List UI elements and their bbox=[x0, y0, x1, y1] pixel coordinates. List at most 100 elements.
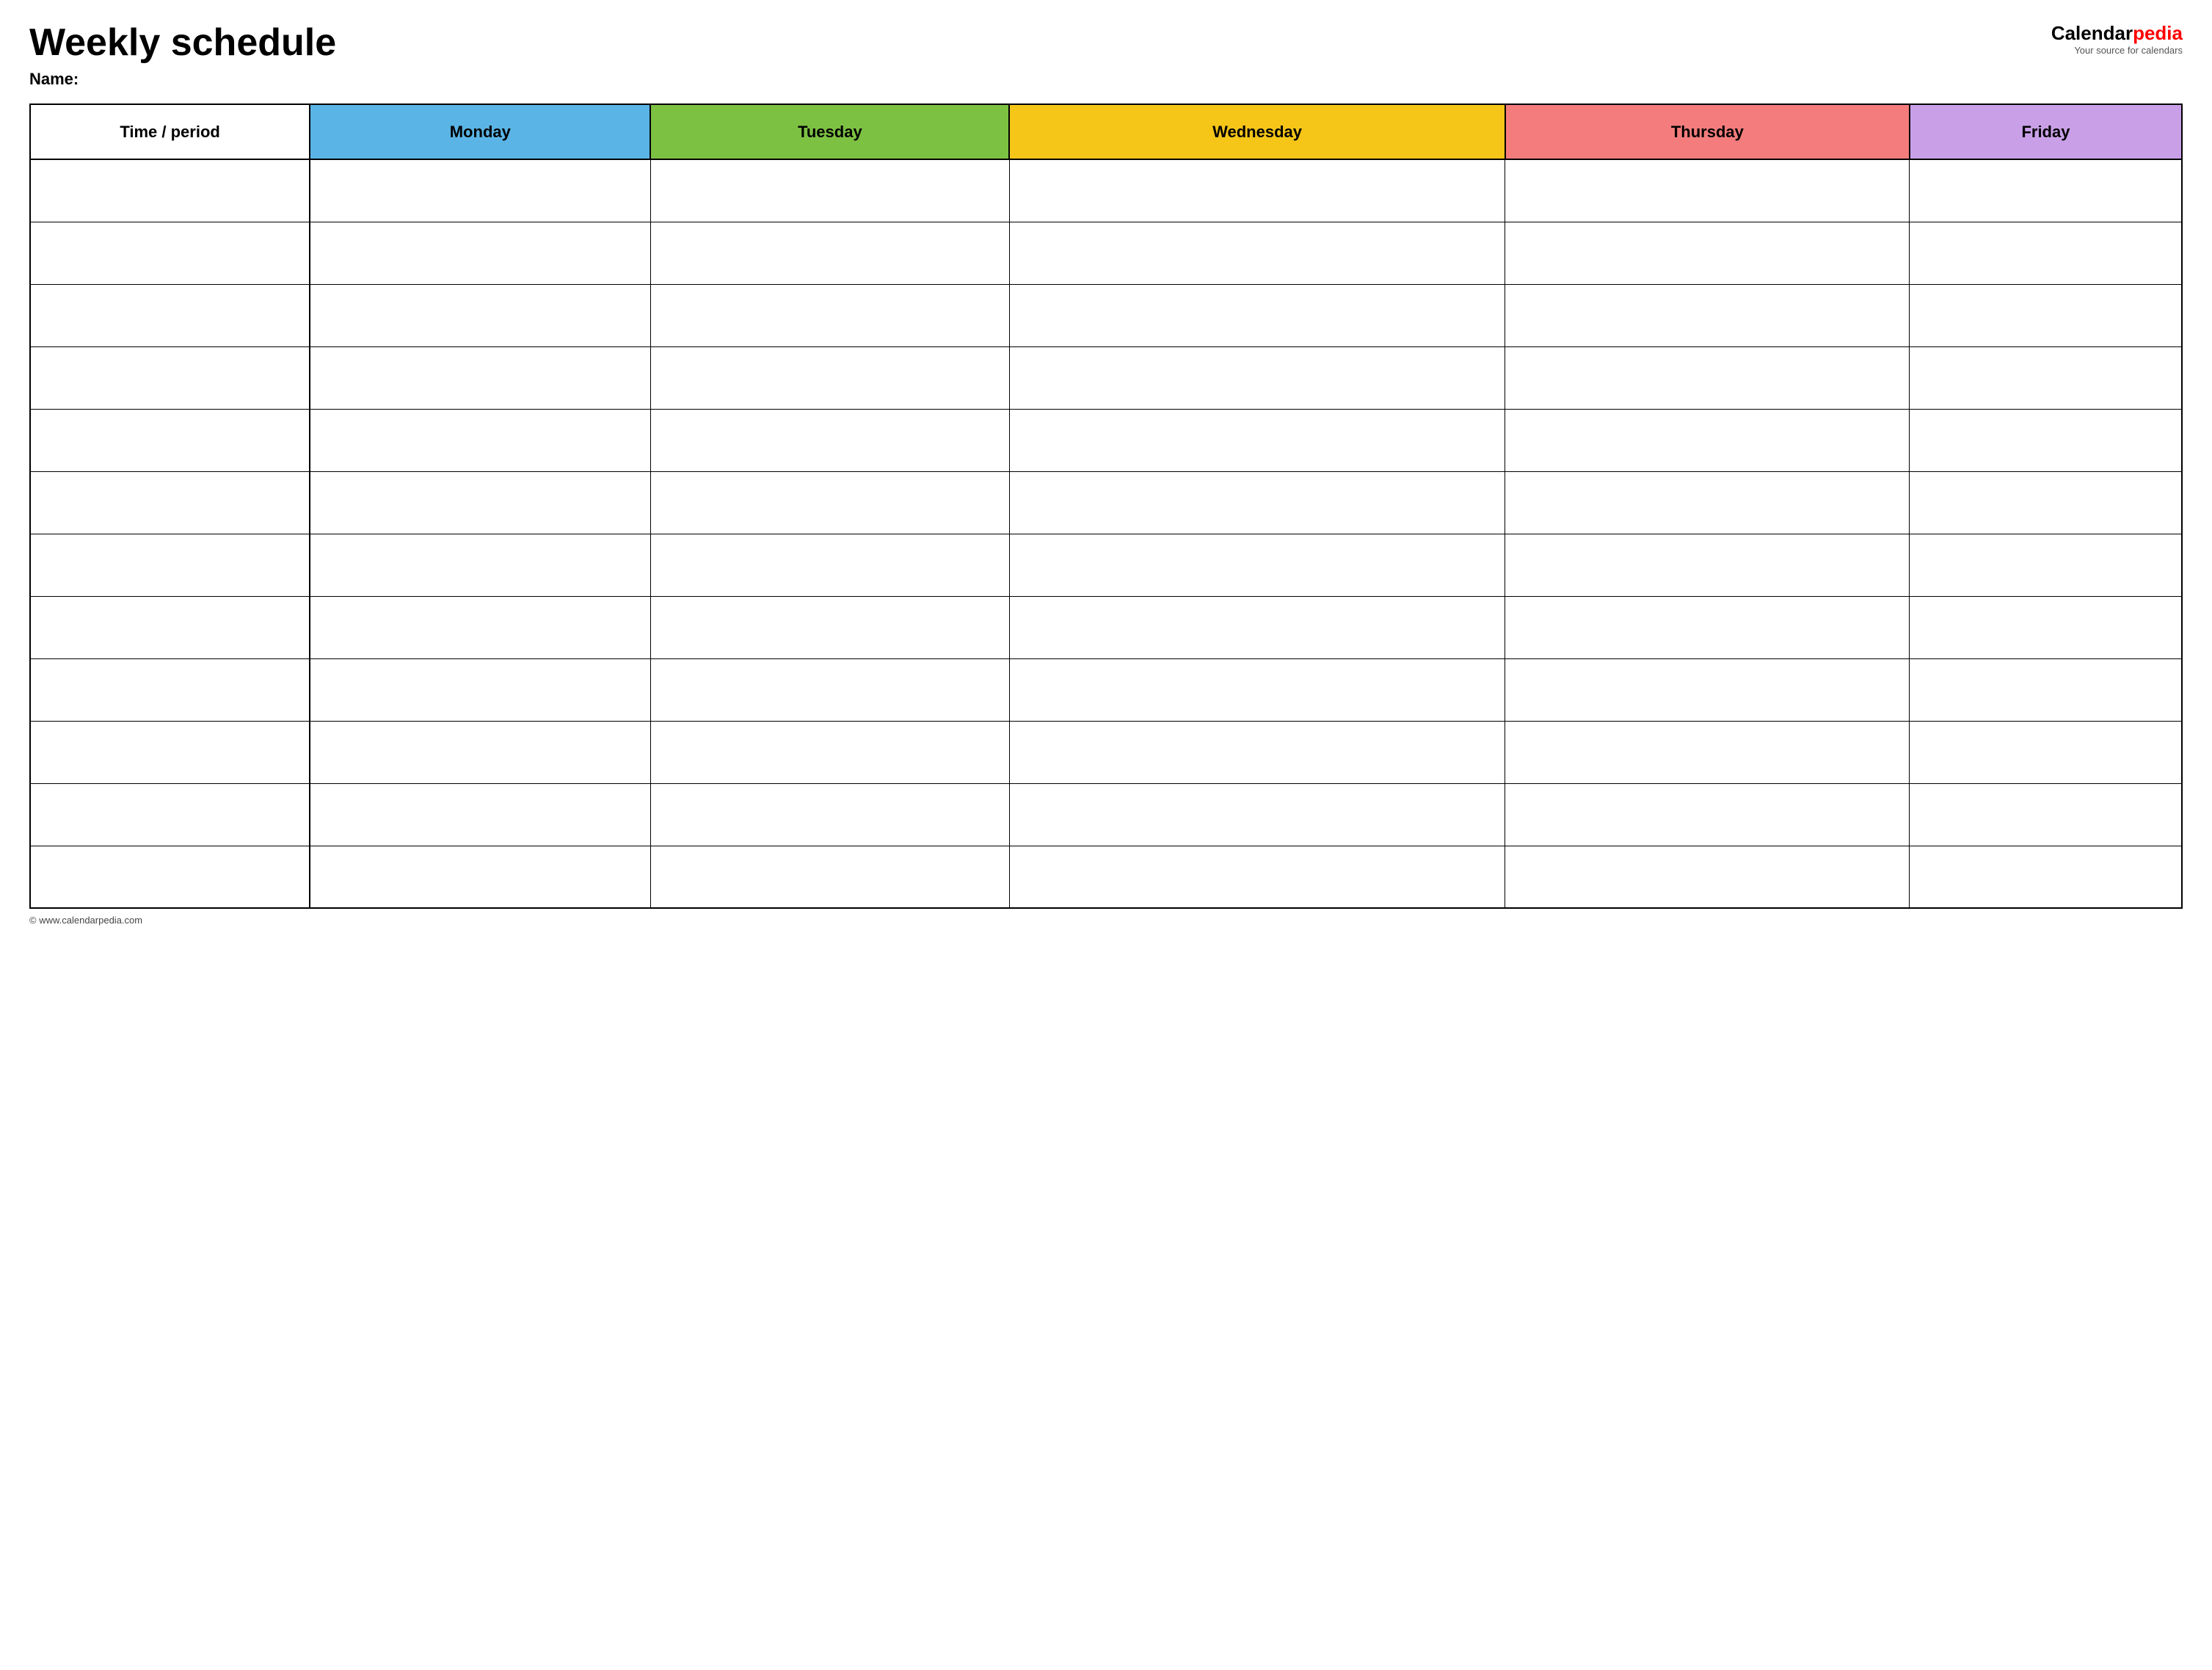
schedule-cell[interactable] bbox=[1009, 222, 1505, 284]
schedule-cell[interactable] bbox=[1910, 783, 2182, 846]
schedule-cell[interactable] bbox=[650, 596, 1009, 658]
schedule-cell[interactable] bbox=[1505, 409, 1910, 471]
copyright-text: © www.calendarpedia.com bbox=[29, 915, 142, 926]
schedule-cell[interactable] bbox=[1910, 658, 2182, 721]
schedule-cell[interactable] bbox=[650, 409, 1009, 471]
schedule-cell[interactable] bbox=[1505, 222, 1910, 284]
schedule-cell[interactable] bbox=[310, 846, 650, 908]
schedule-cell[interactable] bbox=[310, 159, 650, 222]
schedule-cell[interactable] bbox=[650, 658, 1009, 721]
time-cell[interactable] bbox=[30, 658, 310, 721]
schedule-cell[interactable] bbox=[1009, 409, 1505, 471]
schedule-cell[interactable] bbox=[1505, 284, 1910, 346]
schedule-cell[interactable] bbox=[1009, 159, 1505, 222]
schedule-cell[interactable] bbox=[310, 284, 650, 346]
schedule-cell[interactable] bbox=[1910, 159, 2182, 222]
time-cell[interactable] bbox=[30, 846, 310, 908]
table-row[interactable] bbox=[30, 284, 2182, 346]
time-cell[interactable] bbox=[30, 409, 310, 471]
schedule-cell[interactable] bbox=[1505, 159, 1910, 222]
schedule-cell[interactable] bbox=[650, 721, 1009, 783]
table-row[interactable] bbox=[30, 471, 2182, 534]
schedule-cell[interactable] bbox=[1009, 658, 1505, 721]
schedule-cell[interactable] bbox=[310, 721, 650, 783]
time-cell[interactable] bbox=[30, 159, 310, 222]
schedule-cell[interactable] bbox=[1910, 222, 2182, 284]
schedule-cell[interactable] bbox=[310, 471, 650, 534]
table-row[interactable] bbox=[30, 721, 2182, 783]
table-header-row: Time / period Monday Tuesday Wednesday T… bbox=[30, 104, 2182, 159]
logo-text: Calendarpedia bbox=[2051, 22, 2183, 45]
time-cell[interactable] bbox=[30, 222, 310, 284]
time-cell[interactable] bbox=[30, 534, 310, 596]
time-cell[interactable] bbox=[30, 783, 310, 846]
col-header-time: Time / period bbox=[30, 104, 310, 159]
schedule-cell[interactable] bbox=[1910, 471, 2182, 534]
col-header-thursday: Thursday bbox=[1505, 104, 1910, 159]
table-row[interactable] bbox=[30, 409, 2182, 471]
schedule-cell[interactable] bbox=[1009, 721, 1505, 783]
schedule-cell[interactable] bbox=[1009, 534, 1505, 596]
page-title: Weekly schedule bbox=[29, 22, 336, 64]
schedule-cell[interactable] bbox=[1910, 846, 2182, 908]
schedule-cell[interactable] bbox=[1910, 284, 2182, 346]
schedule-cell[interactable] bbox=[1910, 721, 2182, 783]
footer: © www.calendarpedia.com bbox=[29, 915, 2183, 926]
col-header-tuesday: Tuesday bbox=[650, 104, 1009, 159]
schedule-cell[interactable] bbox=[1009, 471, 1505, 534]
schedule-cell[interactable] bbox=[310, 222, 650, 284]
time-cell[interactable] bbox=[30, 284, 310, 346]
schedule-cell[interactable] bbox=[650, 846, 1009, 908]
schedule-cell[interactable] bbox=[650, 222, 1009, 284]
col-header-monday: Monday bbox=[310, 104, 650, 159]
schedule-cell[interactable] bbox=[1009, 846, 1505, 908]
table-row[interactable] bbox=[30, 846, 2182, 908]
schedule-cell[interactable] bbox=[310, 409, 650, 471]
schedule-cell[interactable] bbox=[1009, 783, 1505, 846]
schedule-cell[interactable] bbox=[1505, 596, 1910, 658]
time-cell[interactable] bbox=[30, 596, 310, 658]
schedule-body bbox=[30, 159, 2182, 908]
schedule-cell[interactable] bbox=[650, 159, 1009, 222]
schedule-cell[interactable] bbox=[1505, 721, 1910, 783]
table-row[interactable] bbox=[30, 159, 2182, 222]
schedule-cell[interactable] bbox=[1505, 471, 1910, 534]
schedule-cell[interactable] bbox=[310, 534, 650, 596]
title-section: Weekly schedule Name: bbox=[29, 22, 336, 89]
schedule-cell[interactable] bbox=[310, 783, 650, 846]
schedule-cell[interactable] bbox=[1505, 346, 1910, 409]
schedule-cell[interactable] bbox=[1009, 346, 1505, 409]
table-row[interactable] bbox=[30, 534, 2182, 596]
schedule-cell[interactable] bbox=[650, 346, 1009, 409]
schedule-cell[interactable] bbox=[1505, 534, 1910, 596]
schedule-cell[interactable] bbox=[1009, 596, 1505, 658]
schedule-cell[interactable] bbox=[1910, 409, 2182, 471]
schedule-cell[interactable] bbox=[1009, 284, 1505, 346]
table-row[interactable] bbox=[30, 222, 2182, 284]
time-cell[interactable] bbox=[30, 471, 310, 534]
time-cell[interactable] bbox=[30, 346, 310, 409]
schedule-cell[interactable] bbox=[1505, 783, 1910, 846]
time-cell[interactable] bbox=[30, 721, 310, 783]
schedule-cell[interactable] bbox=[1910, 534, 2182, 596]
schedule-cell[interactable] bbox=[310, 596, 650, 658]
schedule-cell[interactable] bbox=[650, 783, 1009, 846]
name-label: Name: bbox=[29, 70, 336, 89]
schedule-cell[interactable] bbox=[650, 471, 1009, 534]
schedule-cell[interactable] bbox=[1505, 658, 1910, 721]
schedule-cell[interactable] bbox=[650, 534, 1009, 596]
col-header-wednesday: Wednesday bbox=[1009, 104, 1505, 159]
schedule-cell[interactable] bbox=[310, 346, 650, 409]
schedule-cell[interactable] bbox=[650, 284, 1009, 346]
table-row[interactable] bbox=[30, 596, 2182, 658]
schedule-cell[interactable] bbox=[310, 658, 650, 721]
col-header-friday: Friday bbox=[1910, 104, 2182, 159]
schedule-cell[interactable] bbox=[1910, 346, 2182, 409]
schedule-cell[interactable] bbox=[1505, 846, 1910, 908]
table-row[interactable] bbox=[30, 783, 2182, 846]
table-row[interactable] bbox=[30, 346, 2182, 409]
table-row[interactable] bbox=[30, 658, 2182, 721]
logo-subtitle: Your source for calendars bbox=[2074, 45, 2183, 56]
weekly-schedule-table: Time / period Monday Tuesday Wednesday T… bbox=[29, 104, 2183, 909]
schedule-cell[interactable] bbox=[1910, 596, 2182, 658]
